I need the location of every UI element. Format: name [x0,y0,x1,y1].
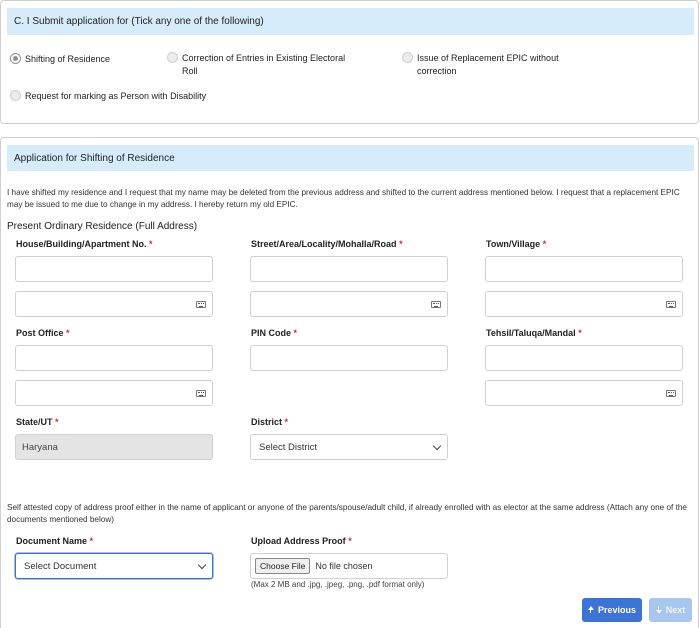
previous-label: Previous [597,605,637,615]
declaration-line: may be issued to me due to change in my … [7,199,298,209]
document-name-label: Document Name * [16,536,93,546]
house-regional-input[interactable] [15,291,213,317]
label-text: Post Office [16,328,64,338]
post-office-input[interactable] [15,345,213,371]
address-proof-file-input[interactable]: Choose File No file chosen [250,553,448,579]
radio-person-with-disability[interactable]: Request for marking as Person with Disab… [10,90,206,103]
label-text: Tehsil/Taluqa/Mandal [486,328,576,338]
tehsil-input[interactable] [485,345,683,371]
shifting-header: Application for Shifting of Residence [7,145,694,171]
keyboard-icon[interactable] [196,301,206,308]
radio-label-line: Roll [182,66,198,76]
arrow-down-icon [655,606,662,614]
required-mark: * [284,417,289,427]
required-mark: * [66,328,70,338]
label-text: District [251,417,283,427]
document-selected: Select Document [24,560,97,572]
radio-unchecked-icon [10,90,21,101]
town-input[interactable] [485,256,683,282]
tehsil-label: Tehsil/Taluqa/Mandal * [486,328,582,338]
house-input[interactable] [15,256,213,282]
declaration-text: I have shifted my residence and I reques… [7,187,692,210]
town-label: Town/Village * [486,239,546,249]
keyboard-icon[interactable] [196,390,206,397]
file-status: No file chosen [315,561,373,571]
state-input: Haryana [15,434,213,460]
required-mark: * [55,417,59,427]
chevron-down-icon [432,441,442,451]
district-select[interactable]: Select District [250,434,448,460]
document-select[interactable]: Select Document [15,553,213,579]
street-label: Street/Area/Locality/Mohalla/Road * [251,239,403,249]
radio-unchecked-icon [402,52,413,63]
label-text: State/UT [16,417,53,427]
upload-hint: (Max 2 MB and .jpg, .jpeg, .png, .pdf fo… [251,580,425,589]
radio-label: Shifting of Residence [25,54,111,64]
radio-label: Issue of Replacement EPIC without correc… [417,52,559,78]
district-label: District * [251,417,288,427]
post-office-regional-input[interactable] [15,380,213,406]
post-office-label: Post Office * [16,328,70,338]
required-mark: * [89,536,94,546]
radio-replacement-epic[interactable]: Issue of Replacement EPIC without correc… [402,52,559,78]
radio-label-line: Correction of Entries in Existing Electo… [182,53,346,63]
required-mark: * [348,536,352,546]
radio-label-line: Issue of Replacement EPIC without [417,53,559,63]
address-title: Present Ordinary Residence (Full Address… [7,221,198,232]
radio-label: Correction of Entries in Existing Electo… [182,52,345,78]
town-regional-input[interactable] [485,291,683,317]
street-regional-input[interactable] [250,291,448,317]
arrow-up-icon [587,606,594,613]
required-mark: * [149,239,153,249]
tehsil-regional-input[interactable] [485,380,683,406]
previous-button[interactable]: Previous [582,598,642,622]
next-button[interactable]: Next [649,598,692,622]
required-mark: * [293,328,298,338]
radio-correction-of-entries[interactable]: Correction of Entries in Existing Electo… [167,52,345,78]
proof-note-line: Self attested copy of address proof eith… [7,503,687,512]
declaration-line: I have shifted my residence and I reques… [7,188,680,197]
chevron-down-icon [197,560,207,570]
label-text: PIN Code [251,328,292,338]
submit-for-title: C. I Submit application for (Tick any on… [14,16,264,27]
proof-note: Self attested copy of address proof eith… [7,502,692,525]
radio-label-line: correction [417,66,457,76]
house-label: House/Building/Apartment No. * [16,239,153,249]
required-mark: * [578,328,582,338]
label-text: Town/Village [486,239,541,249]
upload-proof-label: Upload Address Proof * [251,536,352,546]
submit-for-header: C. I Submit application for (Tick any on… [7,8,694,35]
radio-unchecked-icon [167,52,178,63]
label-text: Document Name [16,536,88,546]
next-label: Next [665,605,686,615]
submit-for-card: C. I Submit application for (Tick any on… [0,0,699,124]
proof-note-line: documents mentioned below) [7,514,114,524]
label-text: Street/Area/Locality/Mohalla/Road [251,239,397,249]
keyboard-icon[interactable] [666,301,676,308]
label-text: House/Building/Apartment No. [16,239,147,249]
radio-label: Request for marking as Person with Disab… [25,91,207,101]
required-mark: * [542,239,547,249]
keyboard-icon[interactable] [666,390,676,397]
district-selected: Select District [259,441,318,453]
radio-shifting-of-residence[interactable]: Shifting of Residence [10,53,110,66]
radio-checked-icon [10,53,21,64]
required-mark: * [399,239,403,249]
keyboard-icon[interactable] [431,301,441,308]
state-label: State/UT * [16,417,59,427]
label-text: Upload Address Proof [251,536,346,546]
pin-input[interactable] [250,345,448,371]
shifting-title: Application for Shifting of Residence [14,152,175,164]
street-input[interactable] [250,256,448,282]
pin-label: PIN Code * [251,328,297,338]
choose-file-button[interactable]: Choose File [255,558,311,574]
